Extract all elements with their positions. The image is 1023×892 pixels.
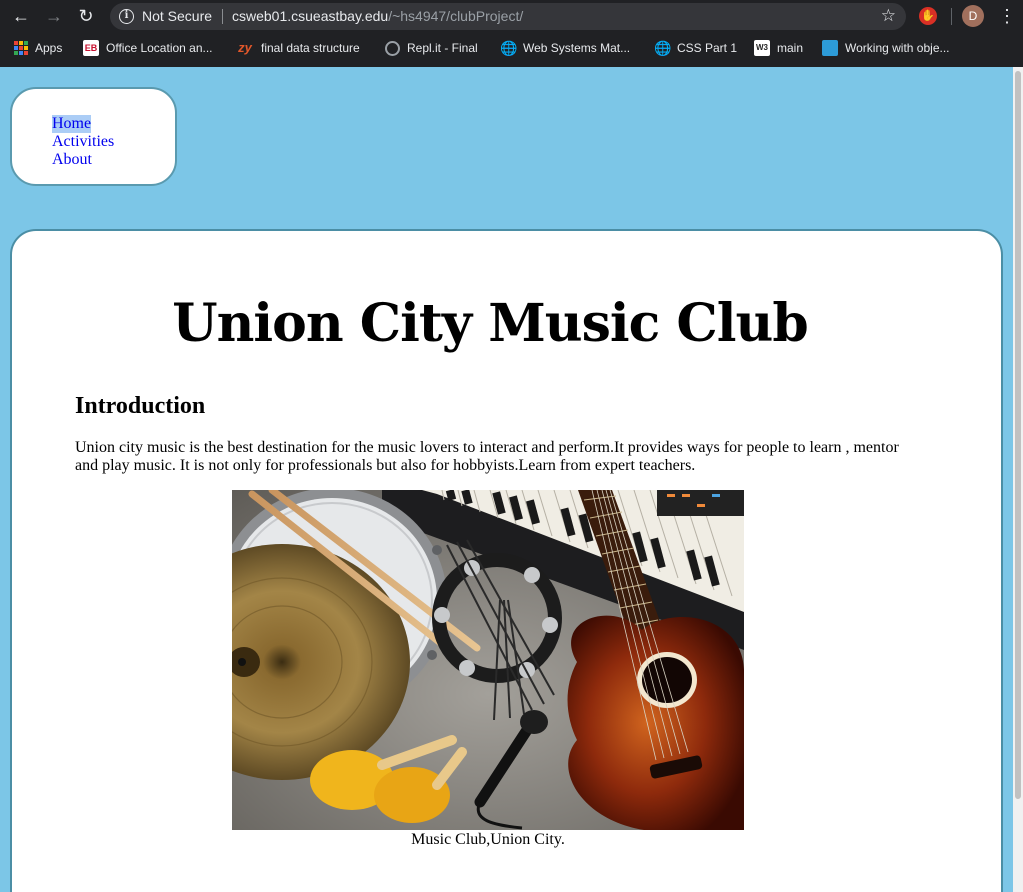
url-path: /~hs4947/clubProject/ — [388, 8, 524, 24]
nav-link-activities[interactable]: Activities — [52, 133, 114, 151]
apps-grid-icon — [14, 41, 28, 55]
scrollbar-thumb[interactable] — [1015, 71, 1021, 799]
url-host: csweb01.csueastbay.edu — [232, 8, 389, 24]
bookmark-label: final data structure — [261, 41, 360, 55]
bookmark-label: CSS Part 1 — [677, 41, 738, 55]
bookmark-web-systems[interactable]: 🌐 Web Systems Mat... — [500, 36, 630, 60]
globe-icon: 🌐 — [654, 40, 672, 56]
music-instruments-photo — [232, 490, 744, 830]
nav-link-home[interactable]: Home — [52, 115, 92, 133]
nav-link-about[interactable]: About — [52, 151, 92, 169]
bookmarks-bar: Apps EB Office Location an... zy final d… — [0, 36, 1023, 60]
bookmark-star-icon[interactable]: ☆ — [881, 6, 896, 26]
bookmark-label: Apps — [35, 41, 63, 55]
bookmark-main[interactable]: W3 main — [754, 36, 803, 60]
back-arrow-icon[interactable]: ← — [10, 5, 32, 27]
browser-toolbar: ← → ↻ i Not Secure csweb01.csueastbay.ed… — [0, 0, 1023, 33]
section-heading: Introduction — [75, 393, 206, 419]
replit-icon — [385, 40, 400, 56]
bookmark-label: Web Systems Mat... — [523, 41, 631, 55]
security-label[interactable]: Not Secure — [142, 8, 212, 25]
w3-logo-icon: W3 — [754, 40, 770, 56]
address-separator — [222, 9, 223, 24]
main-content-card: Union City Music Club Introduction Union… — [10, 229, 1003, 892]
bookmark-label: Working with obje... — [845, 41, 950, 55]
nav-item-about: About — [52, 151, 114, 169]
address-bar[interactable]: i Not Secure csweb01.csueastbay.edu/~hs4… — [110, 3, 906, 30]
url-text[interactable]: csweb01.csueastbay.edu/~hs4947/clubProje… — [232, 8, 523, 25]
browser-chrome: ← → ↻ i Not Secure csweb01.csueastbay.ed… — [0, 0, 1023, 67]
bookmark-apps[interactable]: Apps — [14, 36, 62, 60]
bookmark-label: main — [777, 41, 804, 55]
bookmark-label: Office Location an... — [106, 41, 213, 55]
page-scrollbar[interactable] — [1013, 67, 1023, 892]
image-caption: Music Club,Union City. — [411, 831, 565, 848]
bookmark-working-with-objects[interactable]: Working with obje... — [822, 36, 950, 60]
bookmark-office-location[interactable]: EB Office Location an... — [83, 36, 213, 60]
forward-arrow-icon[interactable]: → — [43, 5, 65, 27]
site-nav: Home Activities About — [10, 87, 177, 186]
nav-item-home: Home — [52, 115, 114, 133]
kebab-menu-icon[interactable]: ⋮ — [998, 5, 1016, 27]
extension-stop-icon[interactable]: ✋ — [919, 7, 937, 25]
reload-icon[interactable]: ↻ — [75, 5, 97, 27]
bookmark-css-part-1[interactable]: 🌐 CSS Part 1 — [654, 36, 737, 60]
bookmark-label: Repl.it - Final — [407, 41, 478, 55]
bookmark-replit[interactable]: Repl.it - Final — [385, 36, 478, 60]
bookmark-final-data-structure[interactable]: zy final data structure — [236, 36, 360, 60]
music-instruments-illustration — [232, 490, 744, 830]
nav-list: Home Activities About — [52, 115, 114, 169]
toolbar-separator — [951, 8, 952, 25]
globe-icon: 🌐 — [500, 40, 518, 56]
info-icon[interactable]: i — [119, 9, 134, 24]
intro-paragraph: Union city music is the best destination… — [75, 439, 899, 474]
zy-logo-icon: zy — [238, 40, 252, 55]
page-title: Union City Music Club — [172, 293, 808, 354]
eb-logo-icon: EB — [83, 40, 99, 56]
nav-item-activities: Activities — [52, 133, 114, 151]
profile-avatar[interactable]: D — [962, 5, 984, 27]
book-icon — [822, 40, 838, 56]
